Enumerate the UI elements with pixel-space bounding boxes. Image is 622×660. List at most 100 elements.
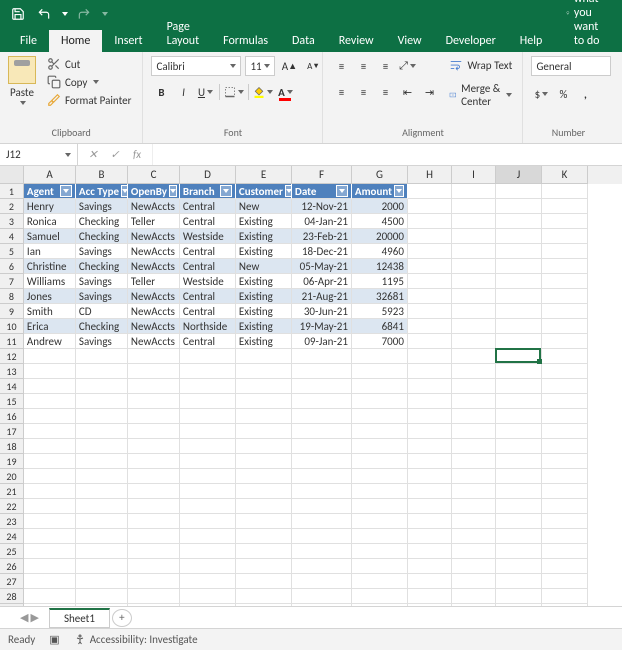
cell[interactable] [180,514,236,529]
row-header[interactable]: 27 [0,574,24,589]
cell[interactable] [180,409,236,424]
cell[interactable] [496,334,542,349]
cell[interactable] [542,589,588,604]
table-cell[interactable]: Central [180,199,236,214]
cell[interactable] [76,349,128,364]
cell[interactable] [352,349,408,364]
cell[interactable] [180,379,236,394]
cell[interactable] [236,469,292,484]
row-header[interactable]: 4 [0,229,24,244]
cell[interactable] [352,439,408,454]
cell[interactable] [352,469,408,484]
cell[interactable] [496,259,542,274]
row-header[interactable]: 26 [0,559,24,574]
save-icon[interactable] [8,4,28,24]
cell[interactable] [542,499,588,514]
cell[interactable] [542,409,588,424]
cell[interactable] [236,394,292,409]
table-cell[interactable]: Central [180,304,236,319]
cell[interactable] [408,559,452,574]
cell[interactable] [76,409,128,424]
cell[interactable] [352,514,408,529]
table-cell[interactable]: 18-Dec-21 [292,244,352,259]
cell[interactable] [128,514,180,529]
cell[interactable] [128,604,180,606]
comma-format-icon[interactable]: , [575,84,595,104]
cell[interactable] [292,349,352,364]
table-cell[interactable]: Existing [236,244,292,259]
cell[interactable] [292,514,352,529]
cell[interactable] [542,529,588,544]
col-header[interactable]: G [352,166,408,184]
table-cell[interactable]: Westside [180,274,236,289]
cell[interactable] [408,274,452,289]
cell[interactable] [542,484,588,499]
cell[interactable] [452,274,496,289]
row-header[interactable]: 25 [0,544,24,559]
table-cell[interactable]: Checking [76,259,128,274]
cell[interactable] [24,529,76,544]
align-top-icon[interactable]: ≡ [331,56,351,76]
table-cell[interactable]: Existing [236,214,292,229]
col-header[interactable]: I [452,166,496,184]
cell[interactable] [24,409,76,424]
cell[interactable] [496,184,542,199]
table-cell[interactable]: 4500 [352,214,408,229]
tab-view[interactable]: View [386,30,434,52]
cell[interactable] [542,289,588,304]
table-cell[interactable]: Existing [236,229,292,244]
cell[interactable] [408,304,452,319]
cell[interactable] [452,499,496,514]
row-header[interactable]: 10 [0,319,24,334]
macro-record-icon[interactable]: ▣ [49,633,59,646]
cell[interactable] [128,454,180,469]
cell[interactable] [542,394,588,409]
cell[interactable] [128,484,180,499]
cell[interactable] [408,544,452,559]
cell[interactable] [128,379,180,394]
cell[interactable] [292,379,352,394]
cell[interactable] [496,604,542,606]
italic-button[interactable]: I [173,82,193,102]
cell[interactable] [180,559,236,574]
col-header[interactable]: K [542,166,588,184]
cell[interactable] [542,304,588,319]
cell[interactable] [292,529,352,544]
cell[interactable] [542,364,588,379]
row-header[interactable]: 8 [0,289,24,304]
table-cell[interactable]: Existing [236,334,292,349]
cell[interactable] [76,484,128,499]
filter-dropdown-icon[interactable] [121,185,128,197]
table-cell[interactable]: Henry [24,199,76,214]
cell[interactable] [408,319,452,334]
cell[interactable] [496,379,542,394]
cell[interactable] [408,289,452,304]
cell[interactable] [352,409,408,424]
table-cell[interactable]: NewAccts [128,229,180,244]
cell[interactable] [496,349,542,364]
cell[interactable] [24,364,76,379]
formula-input[interactable] [152,144,622,165]
sheet-nav-next-icon[interactable]: ▶ [30,611,38,624]
tab-page-layout[interactable]: Page Layout [155,16,212,52]
table-cell[interactable]: 2000 [352,199,408,214]
row-header[interactable]: 28 [0,589,24,604]
cell[interactable] [352,559,408,574]
cell[interactable] [496,559,542,574]
cell[interactable] [542,319,588,334]
cell[interactable] [24,559,76,574]
sheet-nav-prev-icon[interactable]: ◀ [20,611,28,624]
cell[interactable] [352,454,408,469]
cell[interactable] [352,394,408,409]
row-header[interactable]: 29 [0,604,24,606]
cell[interactable] [452,484,496,499]
cell[interactable] [236,454,292,469]
table-cell[interactable]: NewAccts [128,304,180,319]
cell[interactable] [128,394,180,409]
cell[interactable] [352,589,408,604]
paste-dropdown-icon[interactable] [20,101,26,105]
cell[interactable] [236,559,292,574]
table-header[interactable]: Agent [24,184,76,199]
cell[interactable] [496,409,542,424]
cell[interactable] [76,424,128,439]
